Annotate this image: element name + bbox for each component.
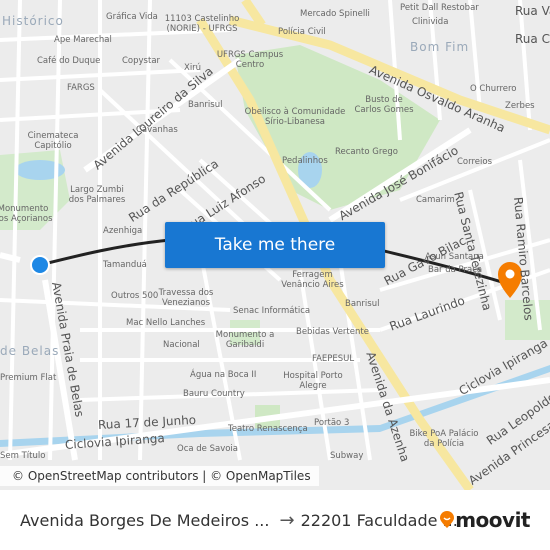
poi-label: Ape Marechal <box>54 35 112 45</box>
poi-label: UFRGS Campus Centro <box>216 50 284 70</box>
poi-label: Asun Santana <box>425 252 484 262</box>
poi-label: Gráfica Vida <box>106 12 158 22</box>
poi-label: Premium Flat <box>0 373 57 383</box>
neighborhood-label: de Belas <box>0 344 60 358</box>
poi-label: Café do Duque <box>37 56 101 66</box>
poi-label: Copystar <box>122 56 161 66</box>
poi-label: Travessa dos Venezianos <box>158 288 214 308</box>
map[interactable]: Histórico Bom Fim de Belas Avenida Loure… <box>0 0 550 490</box>
poi-label: Mercado Spinelli <box>300 9 370 19</box>
origin-marker[interactable] <box>30 255 50 275</box>
poi-label: Obelisco à Comunidade Sírio-Libanesa <box>244 107 346 127</box>
moovit-logo: moovit <box>439 508 530 532</box>
poi-label: Polícia Civil <box>278 27 326 37</box>
poi-label: Petit Dall Restobar <box>400 3 479 13</box>
poi-label: 11103 Castelinho (NORIE) - UFRGS <box>164 14 240 34</box>
poi-label: Banrisul <box>188 100 223 110</box>
poi-label: Cavanhas <box>136 125 178 135</box>
poi-label: FAEPESUL <box>312 354 355 364</box>
poi-label: Monumento a Garibaldi <box>215 330 275 350</box>
poi-label: Sem Título <box>0 451 46 461</box>
poi-label: Teatro Renascença <box>228 424 308 434</box>
poi-label: Senac Informática <box>233 306 311 316</box>
poi-label: Bike PoA Palácio da Polícia <box>409 429 479 449</box>
poi-label: Bauru Country <box>183 389 245 399</box>
poi-label: Portão 3 <box>314 418 350 428</box>
poi-label: Zerbes <box>505 101 535 111</box>
moovit-wordmark: moovit <box>455 508 530 532</box>
poi-label: Cinemateca Capitólio <box>27 131 79 151</box>
origin-name: Avenida Borges De Medeiros ... <box>20 510 270 530</box>
poi-label: Monumento aos Açorianos <box>0 204 53 224</box>
neighborhood-label: Histórico <box>2 14 64 28</box>
poi-label: Banrisul <box>345 299 380 309</box>
poi-label: Xirú <box>184 63 202 73</box>
take-me-there-button[interactable]: Take me there <box>165 222 385 268</box>
poi-label: Clinivida <box>412 17 449 27</box>
arrow-right-icon: → <box>279 509 295 531</box>
poi-label: Água na Boca II <box>190 370 257 380</box>
map-attribution[interactable]: © OpenStreetMap contributors | © OpenMap… <box>0 466 319 486</box>
poi-label: Correios <box>457 157 493 167</box>
poi-label: Hospital Porto Alegre <box>283 371 343 391</box>
poi-label: Largo Zumbi dos Palmares <box>68 185 126 205</box>
poi-label: Tamanduá <box>103 260 147 270</box>
poi-label: Camarim <box>416 195 455 205</box>
poi-label: Outros 500 <box>111 291 159 301</box>
poi-label: Mac Nello Lanches <box>126 318 206 328</box>
poi-label: Recanto Grego <box>335 147 398 157</box>
poi-label: Ferragem Venâncio Aires <box>281 270 344 290</box>
poi-label: Subway <box>330 451 364 461</box>
moovit-pin-icon <box>440 511 455 528</box>
destination-name: 22201 Faculdade ... <box>300 510 458 530</box>
poi-label: Nacional <box>163 340 200 350</box>
poi-label: Pedalinhos <box>282 156 328 166</box>
poi-label: Oca de Savoia <box>177 444 239 454</box>
poi-label: Bar da Praça <box>428 265 483 275</box>
poi-label: Azenhiga <box>103 226 143 236</box>
street-label: Rua C <box>515 32 550 46</box>
street-label: Rua Vasco <box>515 4 550 18</box>
poi-label: FARGS <box>67 83 95 93</box>
neighborhood-label: Bom Fim <box>410 40 470 54</box>
poi-label: Busto de Carlos Gomes <box>354 95 414 115</box>
poi-label: O Churrero <box>470 84 517 94</box>
poi-label: Bebidas Vertente <box>296 327 369 337</box>
